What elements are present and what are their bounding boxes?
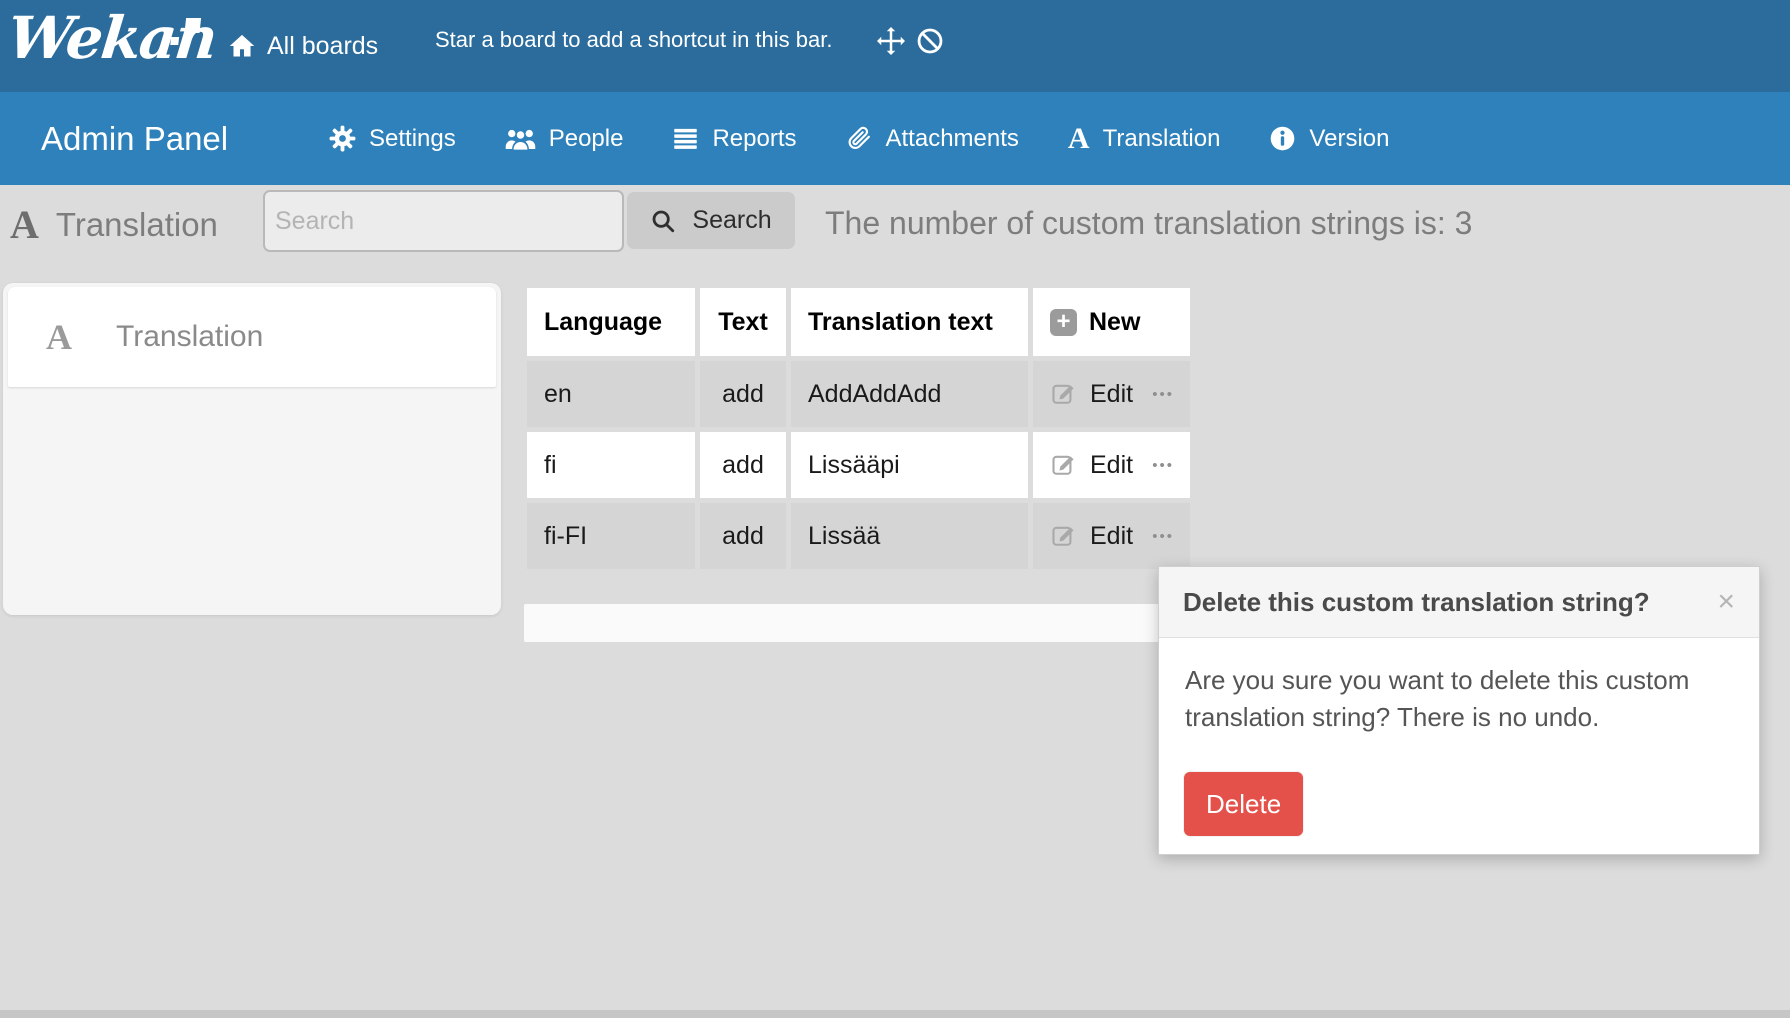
table-row: en add AddAddAdd Edit ••• <box>527 361 1190 427</box>
cell-translation: Lissääpi <box>791 432 1028 498</box>
delete-confirmation-popup: Delete this custom translation string? ×… <box>1158 566 1760 855</box>
edit-button[interactable]: Edit <box>1050 451 1133 480</box>
top-bar: Wekan All boards Star a board to add a s… <box>0 0 1790 92</box>
edit-icon <box>1050 522 1078 550</box>
cell-actions: Edit ••• <box>1033 503 1190 569</box>
wekan-logo-text: Wekan <box>4 4 218 72</box>
close-icon[interactable]: × <box>1717 587 1735 617</box>
popup-title: Delete this custom translation string? <box>1183 587 1650 618</box>
search-input[interactable] <box>263 190 624 252</box>
serif-a-icon: A <box>10 205 39 245</box>
people-icon <box>505 126 536 152</box>
gear-icon <box>329 125 356 152</box>
sidebar-item-label: Translation <box>116 320 263 354</box>
table-scrollbar-track[interactable] <box>524 604 1190 642</box>
page-title: A Translation <box>10 185 218 265</box>
move-icon[interactable] <box>876 26 906 56</box>
nav-item-label: Settings <box>369 125 456 153</box>
cell-actions: Edit ••• <box>1033 361 1190 427</box>
edit-button-label: Edit <box>1090 451 1133 480</box>
wekan-admin-screen: Wekan All boards Star a board to add a s… <box>0 0 1790 1018</box>
logo-pixel-icon <box>185 18 202 33</box>
edit-button-label: Edit <box>1090 380 1133 409</box>
page-title-label: Translation <box>56 206 218 244</box>
cell-text: add <box>700 361 786 427</box>
table-row: fi-FI add Lissää Edit ••• <box>527 503 1190 569</box>
cell-language: fi <box>527 432 695 498</box>
admin-nav: Settings People Reports Attachments <box>329 92 1389 185</box>
search-button-label: Search <box>692 206 771 235</box>
popup-body-text: Are you sure you want to delete this cus… <box>1159 638 1759 736</box>
admin-panel-title: Admin Panel <box>41 92 228 185</box>
nav-item-label: Translation <box>1103 125 1221 153</box>
home-icon <box>228 32 256 60</box>
cell-translation: AddAddAdd <box>791 361 1028 427</box>
table-header-row: Language Text Translation text + New <box>527 288 1190 356</box>
nav-item-version[interactable]: Version <box>1269 125 1389 153</box>
plus-icon[interactable]: + <box>1050 309 1077 336</box>
row-menu-ellipsis-icon[interactable]: ••• <box>1152 386 1174 403</box>
nav-item-label: People <box>549 125 624 153</box>
column-header-text: Text <box>700 288 786 356</box>
column-header-language: Language <box>527 288 695 356</box>
cell-actions: Edit ••• <box>1033 432 1190 498</box>
translation-count-text: The number of custom translation strings… <box>825 185 1472 261</box>
cell-translation: Lissää <box>791 503 1028 569</box>
logo-pixel-icon <box>170 37 179 45</box>
edit-button[interactable]: Edit <box>1050 380 1133 409</box>
edit-icon <box>1050 451 1078 479</box>
new-column-label: New <box>1089 308 1140 337</box>
sidebar-item-translation[interactable]: A Translation <box>8 287 496 387</box>
column-header-translation-text: Translation text <box>791 288 1028 356</box>
all-boards-link[interactable]: All boards <box>228 0 378 92</box>
nav-item-reports[interactable]: Reports <box>672 125 796 153</box>
cell-text: add <box>700 432 786 498</box>
nav-item-people[interactable]: People <box>505 125 624 153</box>
cell-language: fi-FI <box>527 503 695 569</box>
nav-item-attachments[interactable]: Attachments <box>846 125 1019 153</box>
cell-text: add <box>700 503 786 569</box>
popup-header: Delete this custom translation string? × <box>1159 567 1759 638</box>
serif-a-icon: A <box>46 319 72 355</box>
serif-a-icon: A <box>1068 124 1090 154</box>
wekan-logo[interactable]: Wekan <box>4 4 218 72</box>
row-menu-ellipsis-icon[interactable]: ••• <box>1152 528 1174 545</box>
nav-item-settings[interactable]: Settings <box>329 125 456 153</box>
list-icon <box>672 125 699 152</box>
search-icon <box>650 208 676 234</box>
no-entry-icon[interactable] <box>916 26 946 56</box>
page-header: A Translation Search The number of custo… <box>0 185 1790 265</box>
row-menu-ellipsis-icon[interactable]: ••• <box>1152 457 1174 474</box>
delete-button[interactable]: Delete <box>1184 772 1303 836</box>
translation-table: Language Text Translation text + New en … <box>527 288 1190 569</box>
column-header-new: + New <box>1033 288 1190 356</box>
admin-panel-bar: Admin Panel Settings People Reports <box>0 92 1790 185</box>
star-board-hint: Star a board to add a shortcut in this b… <box>435 0 832 80</box>
edit-button[interactable]: Edit <box>1050 522 1133 551</box>
edit-button-label: Edit <box>1090 522 1133 551</box>
all-boards-label: All boards <box>267 32 378 61</box>
info-icon <box>1269 125 1296 152</box>
edit-icon <box>1050 380 1078 408</box>
cell-language: en <box>527 361 695 427</box>
nav-item-label: Attachments <box>886 125 1019 153</box>
nav-item-translation[interactable]: A Translation <box>1068 124 1221 154</box>
admin-sidebar: A Translation <box>3 283 501 615</box>
search-button[interactable]: Search <box>627 192 795 249</box>
paperclip-icon <box>846 125 873 152</box>
nav-item-label: Version <box>1309 125 1389 153</box>
bottom-edge-strip <box>0 1010 1790 1018</box>
nav-item-label: Reports <box>712 125 796 153</box>
table-row: fi add Lissääpi Edit ••• <box>527 432 1190 498</box>
